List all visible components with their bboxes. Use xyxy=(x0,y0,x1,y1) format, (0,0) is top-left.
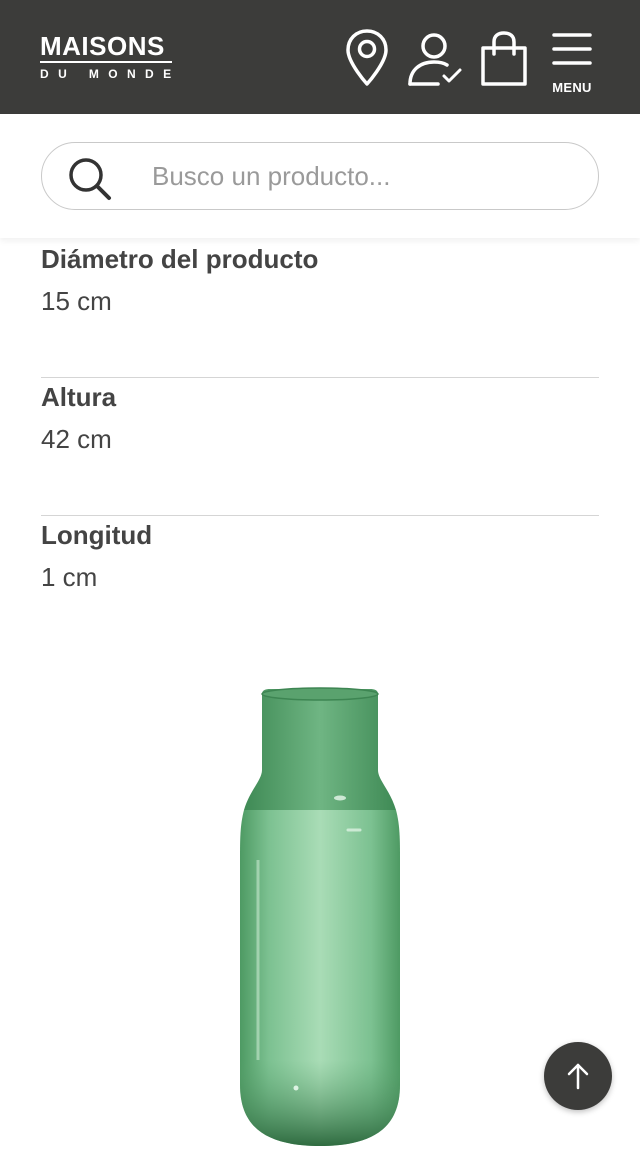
spec-height: Altura 42 cm xyxy=(41,378,599,516)
spec-value: 42 cm xyxy=(41,424,112,454)
spec-label: Longitud xyxy=(41,520,153,550)
spec-label: Altura xyxy=(41,382,117,412)
store-locator-button[interactable] xyxy=(344,28,390,88)
product-image-green-vase[interactable] xyxy=(200,680,440,1157)
product-specifications: Diámetro del producto 15 cm Altura 42 cm… xyxy=(41,240,599,654)
spec-value: 15 cm xyxy=(41,286,112,316)
spec-label: Diámetro del producto xyxy=(41,244,319,274)
location-pin-icon xyxy=(346,29,388,86)
search-bar xyxy=(0,114,640,238)
search-input[interactable] xyxy=(152,153,572,199)
account-icon xyxy=(408,33,462,86)
logo-divider xyxy=(40,61,172,63)
hamburger-menu-icon xyxy=(552,33,592,65)
search-box[interactable] xyxy=(41,142,599,210)
account-button[interactable] xyxy=(404,30,466,88)
cart-button[interactable] xyxy=(478,30,530,88)
search-icon[interactable] xyxy=(66,155,114,201)
spec-diameter: Diámetro del producto 15 cm xyxy=(41,240,599,378)
logo-sub-text: DU MONDE xyxy=(40,66,181,81)
back-to-top-button[interactable] xyxy=(544,1042,612,1110)
spec-length: Longitud 1 cm xyxy=(41,516,599,654)
site-header: MAISONS DU MONDE MENU xyxy=(0,0,640,114)
menu-button[interactable]: MENU xyxy=(548,30,596,96)
menu-label: MENU xyxy=(552,80,592,95)
shopping-bag-icon xyxy=(481,31,527,86)
spec-value: 1 cm xyxy=(41,562,98,592)
maisons-du-monde-logo[interactable]: MAISONS DU MONDE xyxy=(40,32,176,81)
logo-main-text: MAISONS xyxy=(40,31,165,61)
arrow-up-icon xyxy=(567,1063,589,1090)
